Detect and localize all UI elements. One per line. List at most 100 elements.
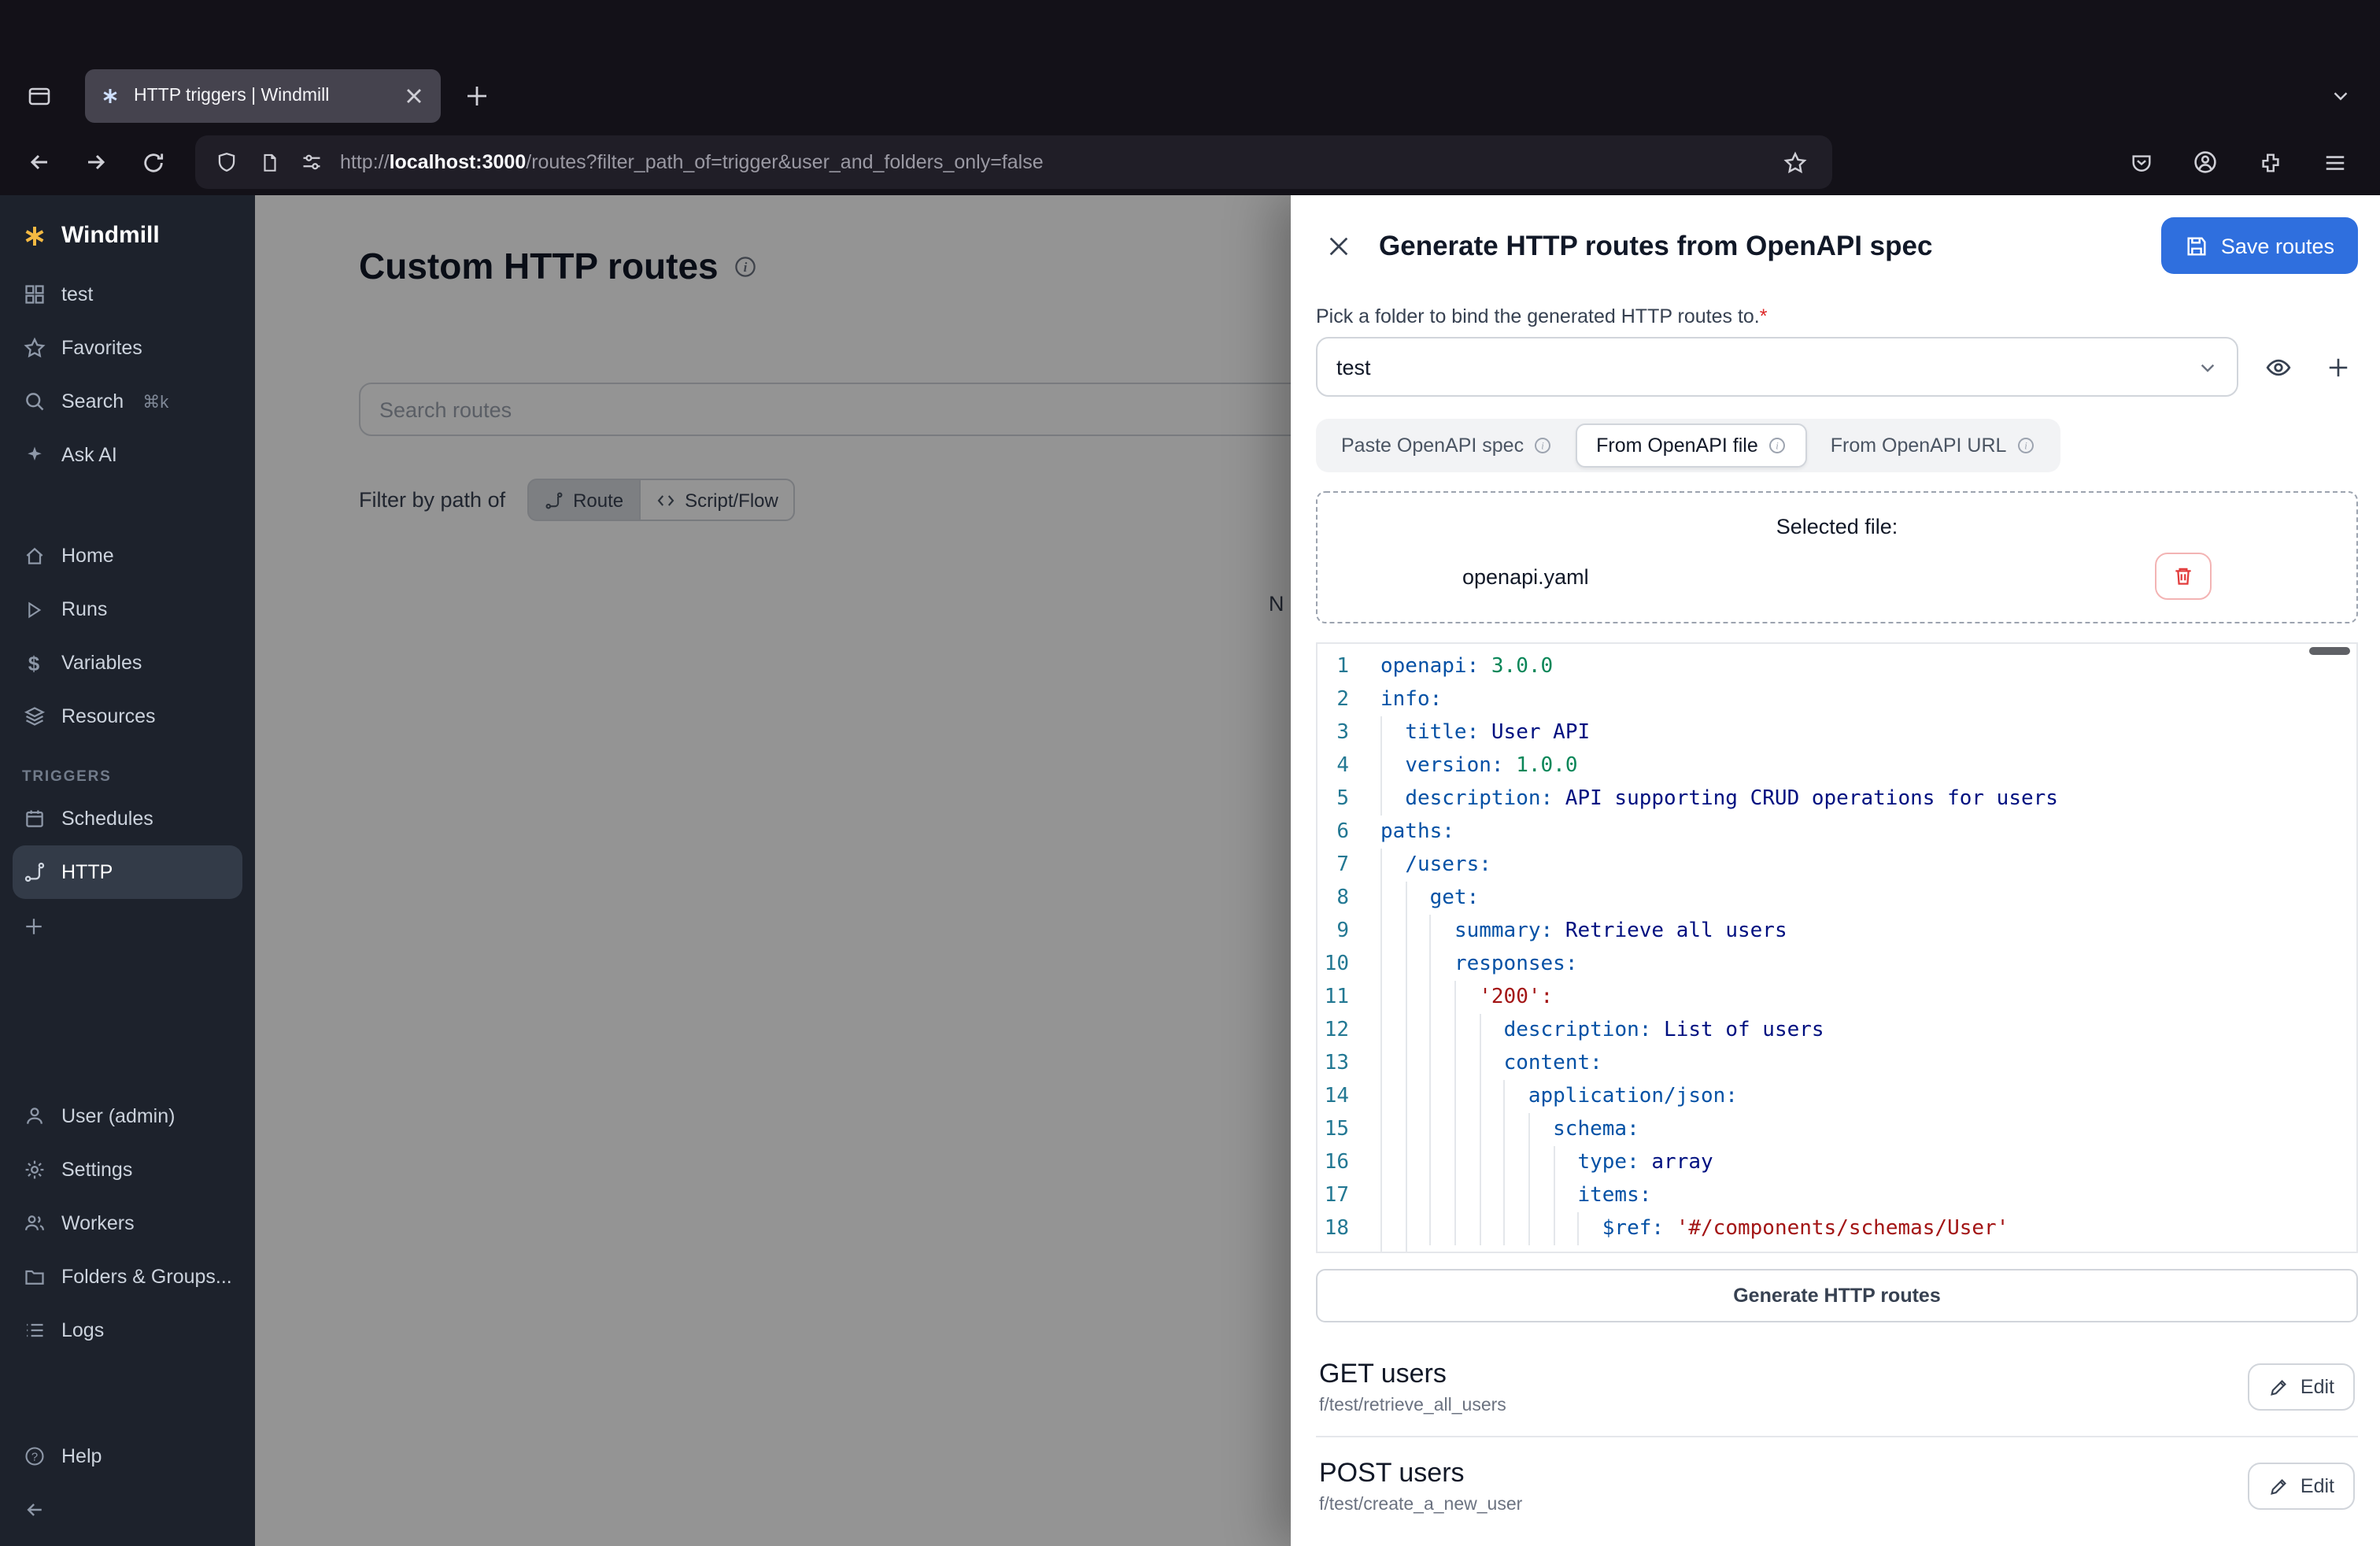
preview-folder-button[interactable] [2257,346,2298,387]
folder-select-value: test [1336,355,1371,379]
chevron-down-icon [2197,357,2218,377]
sidebar-item-label: Schedules [61,808,153,830]
tab-overview-button[interactable] [19,76,60,117]
sidebar-item-favorites[interactable]: Favorites [0,321,255,375]
url-path: /routes?filter_path_of=trigger&user_and_… [526,151,1043,173]
generate-routes-button[interactable]: Generate HTTP routes [1316,1269,2358,1322]
folder-select[interactable]: test [1316,337,2238,397]
selected-file-row: openapi.yaml [1318,553,2356,600]
reload-button[interactable] [132,142,173,183]
openapi-drawer: Generate HTTP routes from OpenAPI spec S… [1291,195,2380,1546]
code-line: 1openapi: 3.0.0 [1318,650,2356,683]
menu-button[interactable] [2314,142,2355,183]
forward-button[interactable] [76,142,116,183]
layers-icon [22,705,46,728]
sidebar-item-variables[interactable]: $ Variables [0,636,255,690]
sidebar-item-help[interactable]: ? Help [0,1429,255,1483]
route-title: POST users [1319,1458,2249,1489]
drawer-close-button[interactable] [1316,224,1360,268]
new-tab-button[interactable] [456,76,497,117]
trash-icon [2172,565,2194,587]
delete-file-button[interactable] [2155,553,2212,600]
sidebar-item-search[interactable]: Search ⌘k [0,375,255,428]
sidebar-item-logs[interactable]: Logs [0,1304,255,1357]
code-line: 17 items: [1318,1179,2356,1212]
sidebar-item-workers[interactable]: Workers [0,1196,255,1250]
sidebar-item-workspace[interactable]: test [0,268,255,321]
sparkle-icon [22,443,46,467]
drawer-backdrop[interactable] [255,195,1291,1546]
tab-close-icon[interactable] [401,83,427,109]
screen: HTTP triggers | Windmill [0,0,2380,1546]
browser-tab[interactable]: HTTP triggers | Windmill [85,69,441,123]
sidebar-item-label: Variables [61,652,142,674]
tab-paste-openapi-spec[interactable]: Paste OpenAPI spec i [1321,423,1572,468]
editor-scrollbar-thumb[interactable] [2309,647,2350,655]
plus-icon [22,914,46,938]
code-line: 16 type: array [1318,1146,2356,1179]
file-dropzone[interactable]: Selected file: openapi.yaml [1316,491,2358,623]
sidebar-item-user[interactable]: User (admin) [0,1089,255,1143]
brand[interactable]: Windmill [0,195,255,268]
play-icon [22,597,46,621]
sidebar-item-label: Runs [61,598,107,620]
generate-routes-label: Generate HTTP routes [1733,1285,1941,1307]
sidebar-item-label: Ask AI [61,444,117,466]
info-icon: i [1533,436,1552,455]
account-icon[interactable] [2185,142,2226,183]
grid-icon [22,283,46,306]
sidebar-item-settings[interactable]: Settings [0,1143,255,1196]
sidebar-item-label: Settings [61,1159,132,1181]
sidebar-item-http[interactable]: HTTP [13,845,242,899]
sidebar-item-home[interactable]: Home [0,529,255,583]
sidebar-item-resources[interactable]: Resources [0,690,255,743]
code-line: 7 /users: [1318,849,2356,882]
page-icon[interactable] [255,142,283,183]
code-line: 10 responses: [1318,948,2356,981]
extensions-icon[interactable] [2249,142,2290,183]
sidebar-collapse-button[interactable] [0,1483,255,1537]
edit-route-button[interactable]: Edit [2249,1463,2355,1510]
code-line: 6paths: [1318,816,2356,849]
search-shortcut: ⌘k [142,391,168,412]
svg-text:i: i [1541,441,1544,452]
edit-route-button[interactable]: Edit [2249,1363,2355,1411]
url-scheme: http:// [340,151,390,173]
route-info: POST users f/test/create_a_new_user [1319,1458,2249,1515]
permissions-icon[interactable] [298,142,326,183]
tab-from-openapi-file[interactable]: From OpenAPI file i [1576,423,1807,468]
sidebar-item-label: Help [61,1445,102,1467]
shield-icon[interactable] [213,142,241,183]
info-icon: i [2016,436,2034,455]
sidebar-item-schedules[interactable]: Schedules [0,792,255,845]
route-row: POST users f/test/create_a_new_user Edit [1316,1436,2358,1535]
pocket-icon[interactable] [2120,142,2161,183]
code-line: 13 content: [1318,1047,2356,1080]
url-text[interactable]: http://localhost:3000/routes?filter_path… [340,151,1760,173]
sidebar-add-button[interactable] [0,899,255,952]
eye-icon [2264,353,2291,380]
sidebar-item-runs[interactable]: Runs [0,583,255,636]
bookmark-star-icon[interactable] [1774,142,1815,183]
pencil-icon [2269,1377,2289,1397]
add-folder-button[interactable] [2317,346,2358,387]
url-bar[interactable]: http://localhost:3000/routes?filter_path… [195,135,1832,189]
sidebar-item-label: test [61,283,93,305]
sidebar-item-label: Favorites [61,337,142,359]
code-line: 18 $ref: '#/components/schemas/User' [1318,1212,2356,1245]
sidebar-item-ask-ai[interactable]: Ask AI [0,428,255,482]
route-path: f/test/retrieve_all_users [1319,1396,2249,1415]
code-line: 11 '200': [1318,981,2356,1014]
tab-from-openapi-url[interactable]: From OpenAPI URL i [1810,423,2056,468]
code-editor[interactable]: 1openapi: 3.0.02info:3 title: User API4 … [1316,642,2358,1253]
sidebar-item-folders-groups[interactable]: Folders & Groups... [0,1250,255,1304]
back-button[interactable] [19,142,60,183]
source-tabs: Paste OpenAPI spec i From OpenAPI file i… [1316,419,2060,472]
edit-route-label: Edit [2301,1376,2334,1398]
code-line: 8 get: [1318,882,2356,915]
folder-field-label: Pick a folder to bind the generated HTTP… [1316,305,2358,327]
tab-list-chevron-icon[interactable] [2320,76,2361,117]
sidebar-gap [0,1357,255,1429]
save-routes-button[interactable]: Save routes [2161,217,2358,274]
folder-label-text: Pick a folder to bind the generated HTTP… [1316,305,1760,327]
